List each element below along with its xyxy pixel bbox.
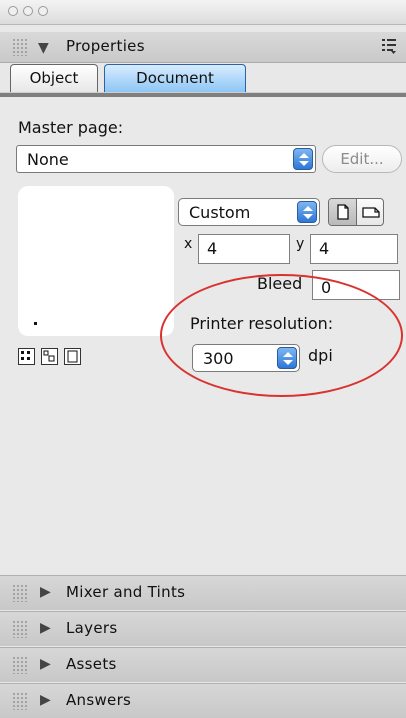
single-page-icon[interactable]	[64, 348, 81, 365]
page-height-input[interactable]: 4	[310, 234, 398, 264]
page-width-value: 4	[207, 239, 218, 258]
panel-title: Answers	[66, 691, 132, 709]
panel-grip-handle[interactable]	[12, 584, 28, 602]
tab-divider	[0, 92, 406, 97]
master-page-select[interactable]: None	[16, 145, 316, 173]
answers-panel-header[interactable]: ▶ Answers	[0, 683, 406, 718]
page-height-value: 4	[319, 239, 330, 258]
panel-grip-handle[interactable]	[12, 38, 28, 56]
facing-pages-icon[interactable]	[41, 348, 58, 365]
panel-title: Assets	[66, 655, 117, 673]
panel-title: Mixer and Tints	[66, 583, 186, 601]
portrait-orientation-icon[interactable]	[329, 199, 357, 225]
page-dot	[34, 322, 37, 325]
panel-menu-icon[interactable]	[382, 38, 396, 54]
master-page-value: None	[27, 150, 69, 169]
dpi-label: dpi	[308, 346, 333, 365]
panel-title: Properties	[66, 37, 145, 55]
chevron-up-down-icon	[277, 347, 297, 369]
printer-resolution-select[interactable]: 300	[192, 344, 300, 372]
tab-object[interactable]: Object	[10, 64, 98, 92]
resolution-value: 300	[203, 349, 234, 368]
triangle-right-icon[interactable]: ▶	[40, 620, 51, 636]
page-size-select[interactable]: Custom	[178, 198, 320, 226]
page-preview	[18, 186, 174, 336]
panel-grip-handle[interactable]	[12, 692, 28, 710]
edit-master-button[interactable]: Edit...	[322, 145, 402, 173]
y-label: y	[296, 236, 305, 252]
document-properties-content: Master page: None Edit... Custom x 4 y 4…	[0, 98, 406, 573]
triangle-down-icon[interactable]: ▼	[38, 40, 49, 56]
bleed-input[interactable]: 0	[312, 270, 400, 300]
properties-window: ▼ Properties Object Document Master page…	[0, 0, 406, 718]
chevron-up-down-icon	[293, 148, 313, 170]
minimize-window-button[interactable]	[23, 6, 33, 16]
landscape-orientation-icon[interactable]	[357, 199, 383, 225]
mixer-tints-panel-header[interactable]: ▶ Mixer and Tints	[0, 575, 406, 610]
grid-view-icon[interactable]	[18, 348, 35, 365]
x-label: x	[184, 236, 193, 252]
bleed-value: 0	[321, 278, 332, 297]
properties-panel-header[interactable]: ▼ Properties	[0, 32, 406, 63]
panel-grip-handle[interactable]	[12, 656, 28, 674]
triangle-right-icon[interactable]: ▶	[40, 584, 51, 600]
chevron-up-down-icon	[297, 201, 317, 223]
page-width-input[interactable]: 4	[198, 234, 290, 264]
triangle-right-icon[interactable]: ▶	[40, 692, 51, 708]
page-size-value: Custom	[189, 203, 251, 222]
bleed-label: Bleed	[257, 274, 303, 293]
assets-panel-header[interactable]: ▶ Assets	[0, 647, 406, 682]
panel-title: Layers	[66, 619, 118, 637]
orientation-control[interactable]	[328, 198, 384, 226]
tab-document[interactable]: Document	[104, 64, 246, 92]
printer-resolution-label: Printer resolution:	[190, 314, 334, 333]
master-page-label: Master page:	[18, 118, 124, 137]
panel-grip-handle[interactable]	[12, 620, 28, 638]
zoom-window-button[interactable]	[38, 6, 48, 16]
title-bar	[0, 0, 406, 25]
triangle-right-icon[interactable]: ▶	[40, 656, 51, 672]
close-window-button[interactable]	[8, 6, 18, 16]
layers-panel-header[interactable]: ▶ Layers	[0, 611, 406, 646]
